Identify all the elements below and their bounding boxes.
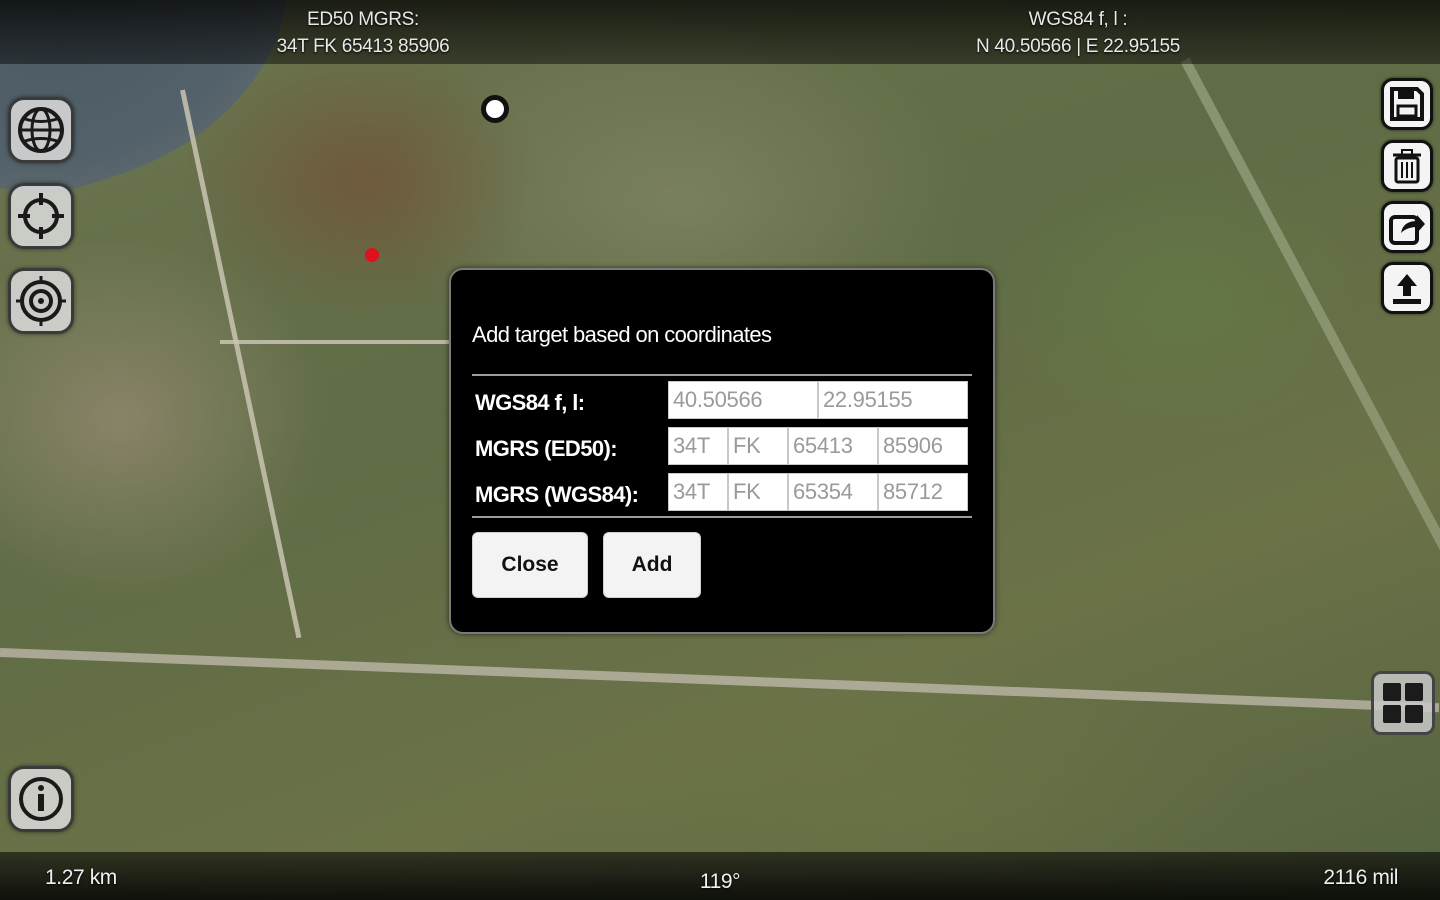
mgrs-wgs84-northing-field[interactable] xyxy=(878,473,968,511)
map-scale: 1.27 km xyxy=(45,866,117,889)
wgs84-value: N 40.50566 | E 22.95155 xyxy=(975,36,1181,57)
bottom-status-bar: 1.27 km 119° 2116 mil xyxy=(0,852,1440,900)
ed50-mgrs-title: ED50 MGRS: xyxy=(306,9,420,30)
share-button[interactable] xyxy=(1381,201,1433,253)
grid-view-button[interactable] xyxy=(1371,671,1435,735)
add-target-dialog: Add target based on coordinates WGS84 f,… xyxy=(449,268,995,634)
grid-icon xyxy=(1383,683,1423,723)
save-button[interactable] xyxy=(1381,78,1433,130)
wgs84-lon-field[interactable] xyxy=(818,381,968,419)
dialog-title: Add target based on coordinates xyxy=(472,322,772,347)
ed50-mgrs-readout: ED50 MGRS: 34T FK 65413 85906 xyxy=(213,6,513,60)
map-layer-button[interactable] xyxy=(8,97,74,163)
heading-readout: 119° xyxy=(699,870,741,893)
info-icon xyxy=(19,777,63,821)
mgrs-wgs84-easting-field[interactable] xyxy=(788,473,878,511)
upload-button[interactable] xyxy=(1381,262,1433,314)
mgrs-wgs84-label: MGRS (WGS84): xyxy=(475,482,639,507)
target-icon xyxy=(16,276,66,326)
add-button[interactable]: Add xyxy=(603,532,701,598)
position-marker[interactable] xyxy=(481,95,509,123)
divider xyxy=(472,374,972,376)
crosshair-icon xyxy=(18,193,64,239)
distance-mil-readout: 2116 mil xyxy=(1323,866,1398,889)
mgrs-wgs84-square-field[interactable] xyxy=(728,473,788,511)
main-road xyxy=(0,648,1440,713)
top-status-bar: ED50 MGRS: 34T FK 65413 85906 WGS84 f, l… xyxy=(0,0,1440,64)
mgrs-wgs84-zone-field[interactable] xyxy=(668,473,728,511)
mgrs-ed50-zone-field[interactable] xyxy=(668,427,728,465)
target-button[interactable] xyxy=(8,268,74,334)
mgrs-ed50-northing-field[interactable] xyxy=(878,427,968,465)
wgs84-label: WGS84 f, l: xyxy=(475,390,585,415)
wgs84-lat-field[interactable] xyxy=(668,381,818,419)
wgs84-readout: WGS84 f, l : N 40.50566 | E 22.95155 xyxy=(928,6,1228,60)
share-icon xyxy=(1389,215,1425,245)
upload-icon xyxy=(1393,274,1421,304)
mgrs-ed50-square-field[interactable] xyxy=(728,427,788,465)
ed50-mgrs-value: 34T FK 65413 85906 xyxy=(276,36,450,57)
mgrs-ed50-label: MGRS (ED50): xyxy=(475,436,618,461)
side-road xyxy=(180,89,302,639)
delete-button[interactable] xyxy=(1381,140,1433,192)
close-button[interactable]: Close xyxy=(472,532,588,598)
locate-button[interactable] xyxy=(8,183,74,249)
floppy-disk-icon xyxy=(1390,87,1424,121)
mgrs-ed50-easting-field[interactable] xyxy=(788,427,878,465)
wgs84-title: WGS84 f, l : xyxy=(1028,9,1128,30)
info-button[interactable] xyxy=(8,766,74,832)
side-road xyxy=(220,340,480,344)
divider xyxy=(472,516,972,518)
globe-icon xyxy=(18,107,64,153)
trash-icon xyxy=(1393,149,1421,184)
target-marker[interactable] xyxy=(365,248,379,262)
